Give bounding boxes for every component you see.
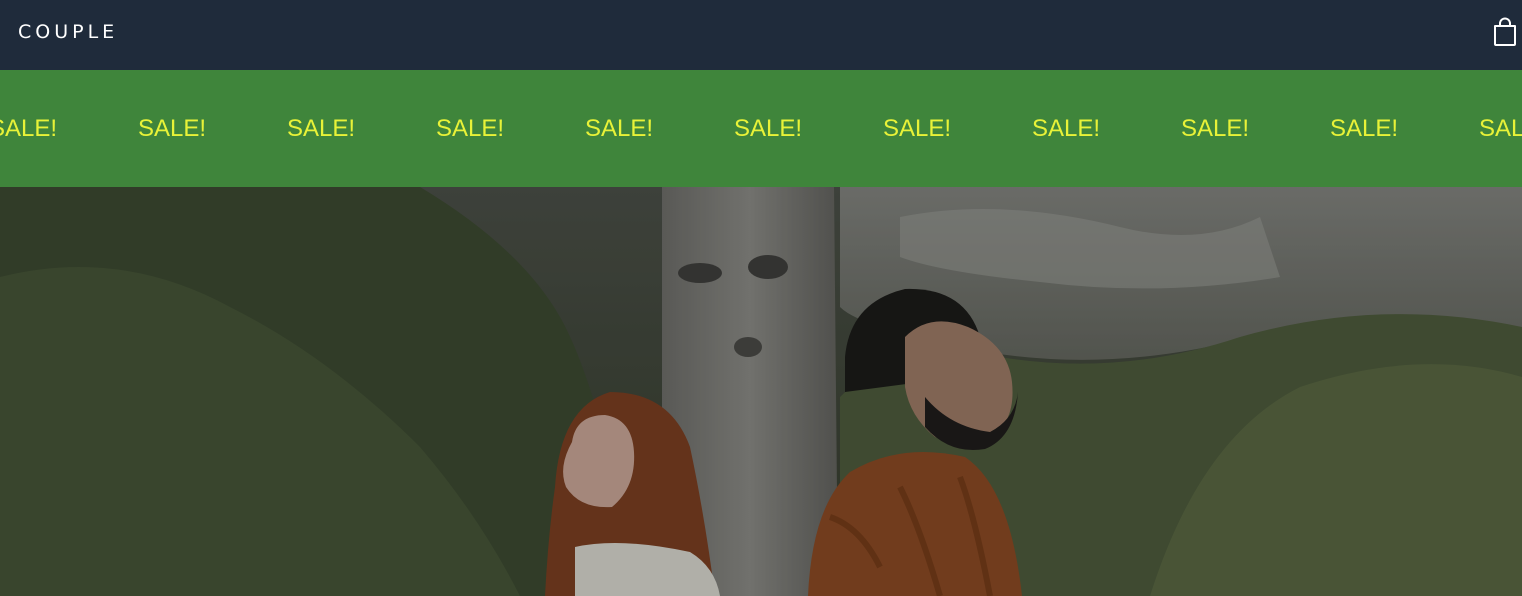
hero-image <box>0 187 1522 596</box>
hero-photo-couple-forest <box>0 187 1522 596</box>
sale-text: SALE! <box>585 115 654 142</box>
sale-text: SALE! <box>1181 115 1250 142</box>
sale-text: SALE! <box>436 115 505 142</box>
site-header: COUPLE <box>0 0 1522 70</box>
sale-text: SALE! <box>734 115 803 142</box>
shopping-bag-icon[interactable] <box>1492 17 1518 47</box>
brand-logo[interactable]: COUPLE <box>18 20 118 44</box>
sale-text: SALE! <box>138 115 207 142</box>
sale-text: SALE! <box>1032 115 1101 142</box>
sale-text: SALE! <box>287 115 356 142</box>
sale-text: SALE! <box>883 115 952 142</box>
sale-text: SALE! <box>1330 115 1399 142</box>
sale-text: SALE! <box>0 115 58 142</box>
sale-text: SALE! <box>1479 115 1522 142</box>
sale-banner: SALE! SALE! SALE! SALE! SALE! SALE! SALE… <box>0 70 1522 187</box>
